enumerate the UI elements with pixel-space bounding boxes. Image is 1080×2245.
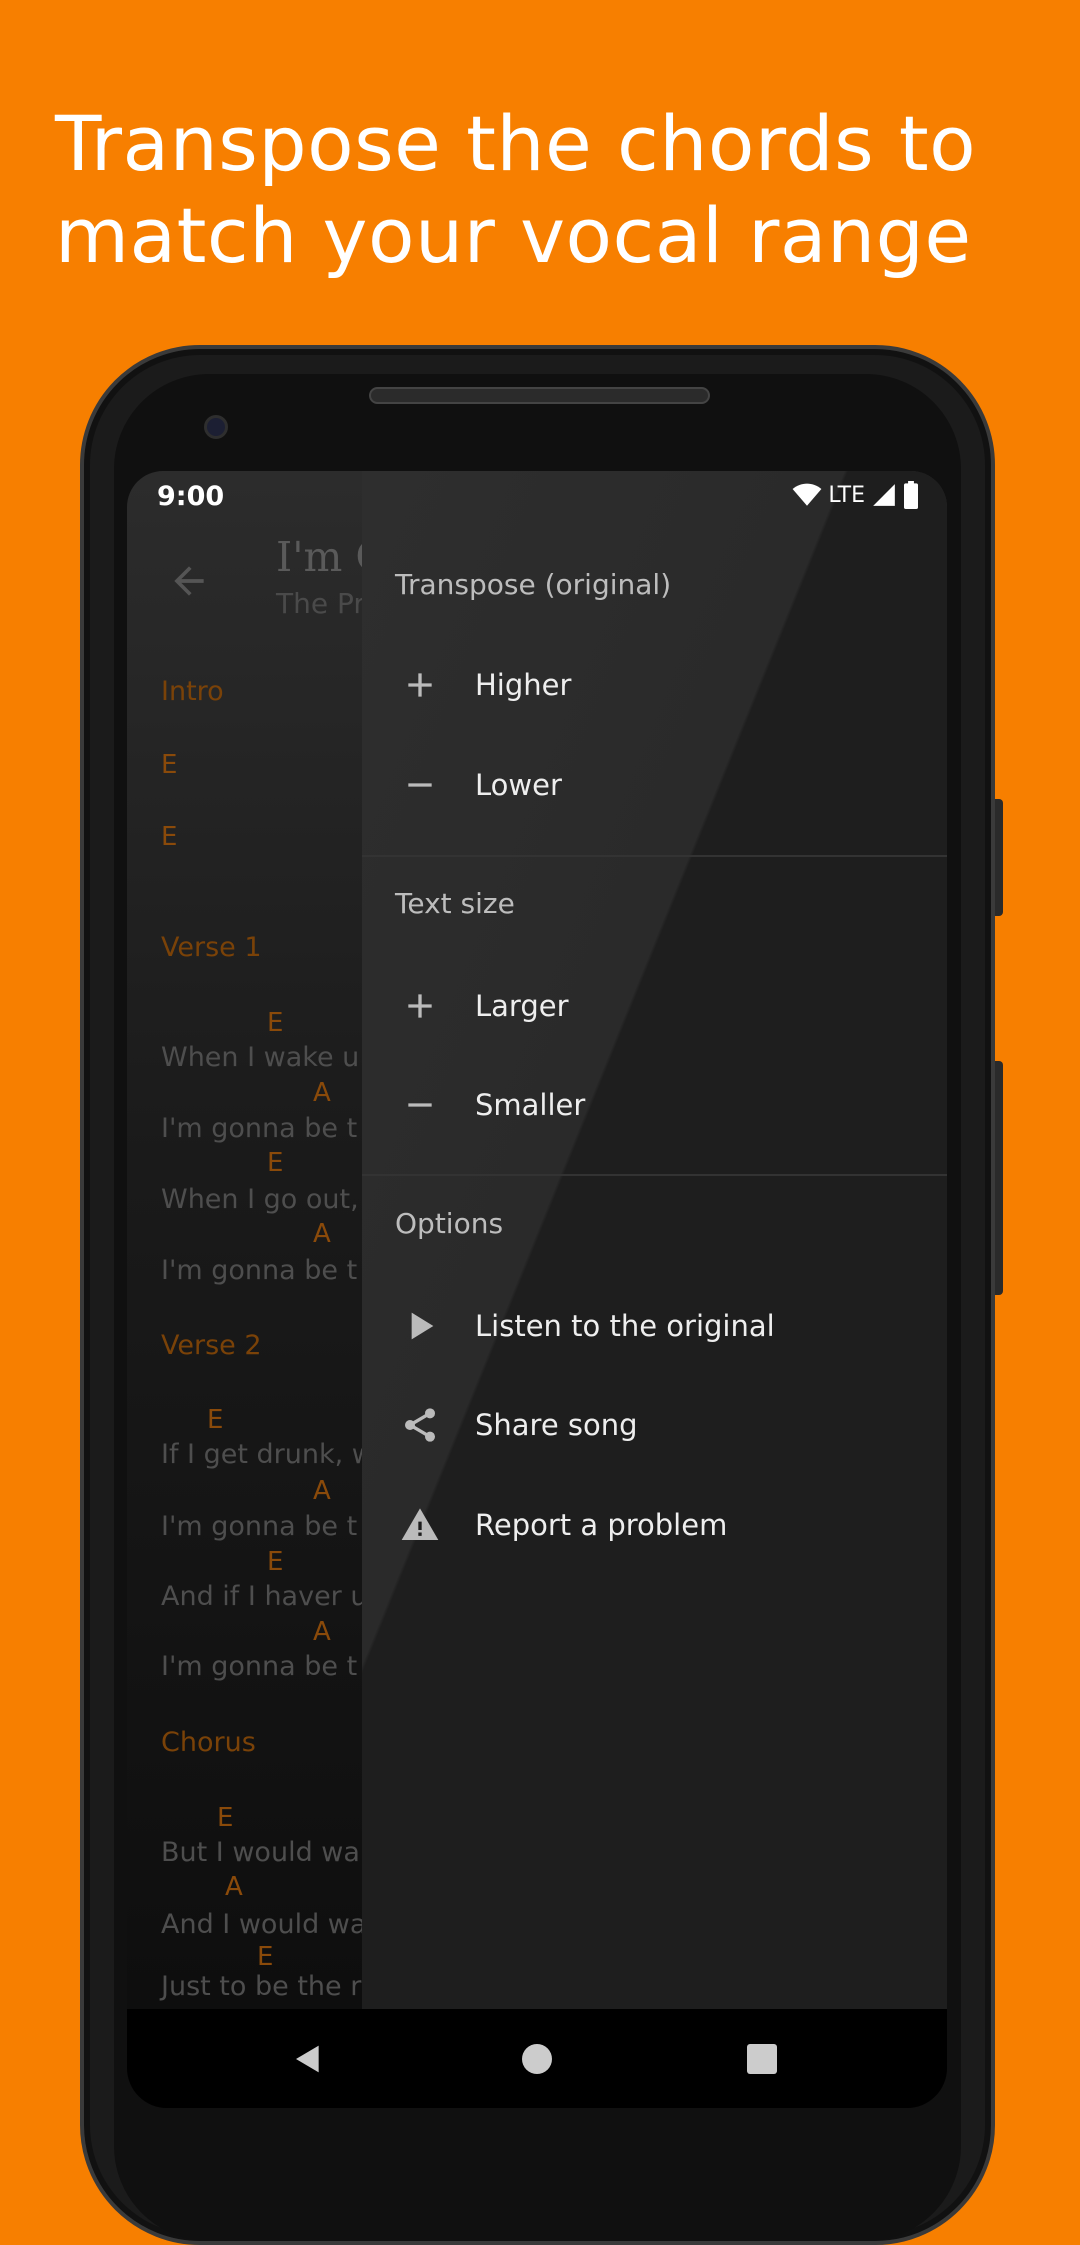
chord: E (161, 750, 178, 780)
lyric-line: I'm gonna be t (161, 1113, 358, 1144)
chord: E (257, 1942, 274, 1972)
lyric-line: When I wake u (161, 1042, 360, 1073)
chord: A (313, 1219, 331, 1249)
smaller-label: Smaller (475, 1088, 586, 1122)
lyric-line: Just to be the r (161, 1971, 362, 2002)
headline-line-1: Transpose the chords to (55, 99, 977, 188)
lyric-line: And if I haver u (161, 1581, 368, 1612)
lyric-line: I'm gonna be t (161, 1511, 358, 1542)
plus-icon (408, 994, 432, 1018)
options-menu: LTE Transpose (original) Higher Lower Te… (362, 471, 947, 2009)
plus-icon (408, 673, 432, 697)
navigation-bar (127, 2009, 947, 2108)
larger-label: Larger (475, 989, 569, 1023)
divider (362, 855, 947, 857)
chord: E (267, 1148, 284, 1178)
section-label: Chorus (161, 1727, 256, 1758)
higher-button[interactable]: Higher (362, 640, 947, 730)
lyric-line: And I would wa (161, 1909, 367, 1940)
section-label: Intro (161, 676, 224, 707)
chord: A (313, 1078, 331, 1108)
phone-screen: 9:00 I'm G The Pr Intro E E Verse 1 E Wh… (127, 471, 947, 2108)
section-label: Verse 1 (161, 932, 262, 963)
report-button[interactable]: Report a problem (362, 1480, 947, 1570)
speaker-grille (369, 387, 710, 404)
volume-button (995, 799, 1003, 916)
higher-label: Higher (475, 668, 572, 702)
chord: A (313, 1476, 331, 1506)
lower-label: Lower (475, 768, 562, 802)
report-label: Report a problem (475, 1508, 728, 1542)
power-button (995, 1061, 1003, 1295)
chord: E (267, 1008, 284, 1038)
smaller-button[interactable]: Smaller (362, 1060, 947, 1150)
wifi-icon (793, 483, 822, 506)
share-label: Share song (475, 1408, 638, 1442)
front-camera (204, 415, 228, 439)
options-header: Options (395, 1207, 504, 1240)
chord: A (225, 1872, 243, 1902)
larger-button[interactable]: Larger (362, 961, 947, 1051)
nav-back-icon[interactable] (292, 2043, 324, 2075)
network-type: LTE (828, 482, 865, 508)
chord: E (267, 1547, 284, 1577)
minus-icon (408, 783, 432, 787)
status-icons: LTE (792, 481, 919, 509)
divider (362, 1174, 947, 1176)
headline: Transpose the chords to match your vocal… (55, 98, 976, 282)
chord: E (161, 822, 178, 852)
signal-icon (873, 484, 895, 506)
headline-line-2: match your vocal range (55, 191, 972, 280)
lyric-line: But I would wa (161, 1837, 360, 1868)
chord: A (313, 1617, 331, 1647)
chord: E (207, 1405, 224, 1435)
lyric-line: When I go out, (161, 1184, 359, 1215)
minus-icon (408, 1103, 432, 1107)
lyric-line: I'm gonna be t (161, 1651, 358, 1682)
listen-label: Listen to the original (475, 1309, 775, 1343)
lower-button[interactable]: Lower (362, 740, 947, 830)
song-artist: The Pr (276, 587, 365, 620)
battery-icon (904, 481, 918, 509)
lyric-line: If I get drunk, w (161, 1439, 374, 1470)
chord: E (217, 1803, 234, 1833)
status-time: 9:00 (157, 481, 225, 512)
warning-icon (401, 1508, 439, 1540)
back-arrow-icon[interactable] (167, 559, 211, 603)
share-button[interactable]: Share song (362, 1380, 947, 1470)
play-icon (411, 1312, 434, 1340)
listen-button[interactable]: Listen to the original (362, 1281, 947, 1371)
nav-home-icon[interactable] (522, 2044, 552, 2074)
section-label: Verse 2 (161, 1330, 262, 1361)
share-icon (405, 1408, 435, 1442)
lyric-line: I'm gonna be t (161, 1255, 358, 1286)
transpose-header: Transpose (original) (395, 568, 672, 601)
nav-recents-icon[interactable] (747, 2044, 777, 2074)
text-size-header: Text size (395, 887, 515, 920)
